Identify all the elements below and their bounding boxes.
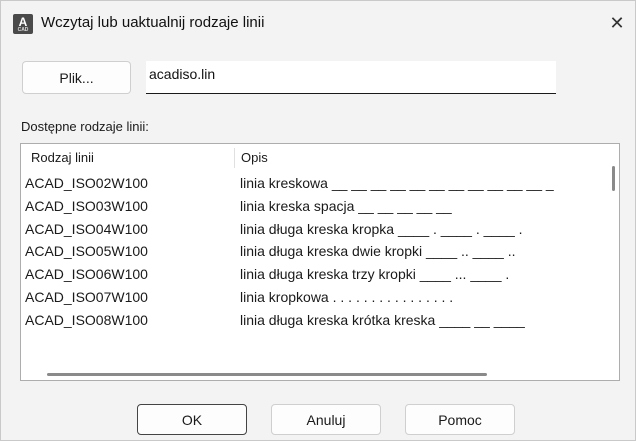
autocad-app-icon: A CAD (13, 14, 33, 34)
table-row[interactable]: ACAD_ISO03W100 linia kreska spacja __ __… (21, 195, 619, 218)
column-separator[interactable] (234, 148, 235, 168)
list-rows: ACAD_ISO02W100 linia kreskowa __ __ __ _… (21, 172, 619, 332)
linetype-description: linia kreskowa __ __ __ __ __ __ __ __ _… (240, 175, 554, 191)
file-name-input[interactable] (146, 61, 556, 94)
linetype-description: linia długa kreska krótka kreska ____ __… (240, 311, 525, 328)
cancel-button[interactable]: Anuluj (271, 404, 381, 435)
linetype-name: ACAD_ISO04W100 (25, 220, 148, 237)
horizontal-scrollbar[interactable] (47, 373, 487, 376)
linetype-description: linia długa kreska trzy kropki ____ ... … (240, 266, 510, 283)
load-linetypes-dialog: A CAD Wczytaj lub uaktualnij rodzaje lin… (0, 0, 636, 441)
list-header: Rodzaj linii Opis (21, 144, 619, 172)
table-row[interactable]: ACAD_ISO08W100 linia długa kreska krótka… (21, 309, 619, 332)
table-row[interactable]: ACAD_ISO05W100 linia długa kreska dwie k… (21, 240, 619, 263)
linetype-description: linia długa kreska dwie kropki ____ .. _… (240, 243, 516, 260)
linetype-name: ACAD_ISO06W100 (25, 266, 148, 283)
linetype-description: linia kropkowa . . . . . . . . . . . . .… (240, 288, 454, 305)
title-bar: A CAD Wczytaj lub uaktualnij rodzaje lin… (1, 1, 635, 47)
table-row[interactable]: ACAD_ISO04W100 linia długa kreska kropka… (21, 218, 619, 241)
help-button[interactable]: Pomoc (405, 404, 515, 435)
column-header-description[interactable]: Opis (241, 150, 268, 165)
table-row[interactable]: ACAD_ISO07W100 linia kropkowa . . . . . … (21, 286, 619, 309)
ok-button[interactable]: OK (137, 404, 247, 435)
app-icon-sub: CAD (17, 27, 29, 33)
linetype-name: ACAD_ISO03W100 (25, 197, 148, 214)
table-row[interactable]: ACAD_ISO06W100 linia długa kreska trzy k… (21, 263, 619, 286)
column-header-linetype[interactable]: Rodzaj linii (31, 150, 94, 165)
linetype-description: linia kreska spacja __ __ __ __ __ (240, 197, 452, 214)
file-button[interactable]: Plik... (22, 61, 131, 94)
linetype-name: ACAD_ISO08W100 (25, 311, 148, 328)
linetype-description: linia długa kreska kropka ____ . ____ . … (240, 220, 523, 237)
dialog-title: Wczytaj lub uaktualnij rodzaje linii (41, 14, 265, 31)
linetype-name: ACAD_ISO07W100 (25, 288, 148, 305)
linetype-name: ACAD_ISO05W100 (25, 243, 148, 260)
vertical-scrollbar[interactable] (612, 166, 615, 191)
linetypes-list[interactable]: Rodzaj linii Opis ACAD_ISO02W100 linia k… (20, 143, 620, 381)
linetype-name: ACAD_ISO02W100 (25, 175, 148, 191)
available-linetypes-label: Dostępne rodzaje linii: (21, 119, 149, 134)
table-row[interactable]: ACAD_ISO02W100 linia kreskowa __ __ __ _… (21, 172, 619, 195)
close-icon[interactable]: ✕ (599, 7, 635, 39)
